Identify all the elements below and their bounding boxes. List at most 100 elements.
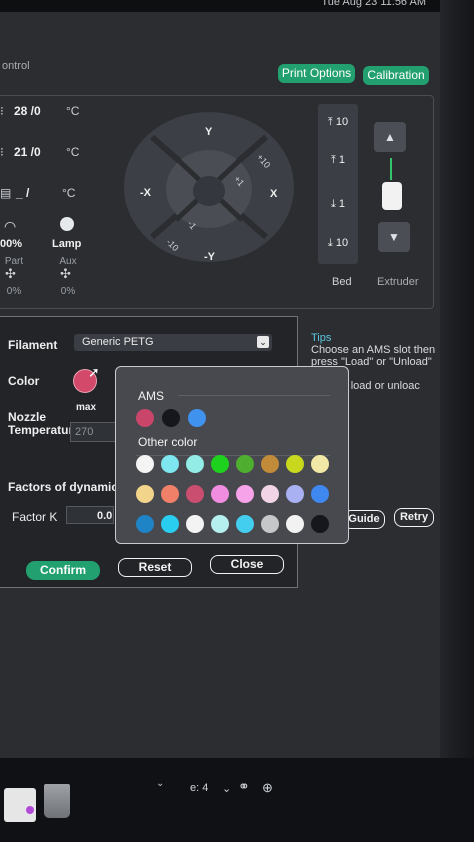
chamber-temp-value[interactable]: _ / (16, 186, 29, 200)
triangle-up-icon: ▲ (384, 130, 396, 144)
filament-label: Filament (8, 338, 58, 352)
dock-badge-icon (26, 806, 34, 814)
other-color-swatch[interactable] (286, 515, 304, 533)
other-color-swatch[interactable] (261, 515, 279, 533)
chevron-down-icon: ⌄ (156, 778, 165, 789)
other-color-swatch[interactable] (211, 485, 229, 503)
nozzle-temp-unit: °C (66, 104, 80, 118)
part-fan-value: 0% (6, 286, 22, 297)
bed-down-10-button[interactable]: ⤓ 10 (318, 225, 358, 261)
bed-up-10-label: 10 (335, 116, 349, 128)
dynamic-factors-label: Factors of dynamic (8, 480, 119, 494)
other-color-swatch[interactable] (261, 485, 279, 503)
arrow-up-icon: ⤒ (330, 154, 339, 166)
calibration-button[interactable]: Calibration (363, 66, 429, 85)
other-color-swatch[interactable] (186, 515, 204, 533)
tips-line-1: Choose an AMS slot then (311, 344, 436, 356)
other-color-swatch[interactable] (161, 455, 179, 473)
other-color-swatch[interactable] (161, 515, 179, 533)
nozzle-temp-value[interactable]: 28 /0 (14, 104, 41, 118)
bed-up-1-button[interactable]: ⤒ 1 (318, 142, 358, 178)
bed-up-1-label: 1 (338, 154, 346, 166)
reset-button[interactable]: Reset (118, 558, 192, 577)
other-color-swatch[interactable] (286, 485, 304, 503)
ams-color-swatch-3[interactable] (188, 409, 206, 427)
other-color-swatch[interactable] (136, 485, 154, 503)
other-color-swatch[interactable] (261, 455, 279, 473)
other-color-swatch[interactable] (186, 485, 204, 503)
link-icon[interactable]: ⚭ (238, 778, 250, 795)
screen-bottom-area (0, 758, 474, 842)
other-color-section-title: Other color (138, 435, 198, 449)
dock-file-icon[interactable] (4, 788, 36, 822)
filament-select[interactable]: Generic PETG ⌄ (74, 334, 272, 351)
max-label: max (76, 402, 97, 413)
other-color-swatch[interactable] (311, 455, 329, 473)
triangle-down-icon: ▼ (388, 230, 400, 244)
jog-home-button[interactable] (193, 176, 225, 206)
arrow-down-icon: ⤓ (330, 198, 339, 210)
extruder-down-button[interactable]: ▼ (378, 222, 410, 252)
bed-temp-value[interactable]: 21 /0 (14, 145, 41, 159)
bed-down-1-button[interactable]: ⤓ 1 (318, 186, 358, 222)
arrow-up-icon: ⤒ (327, 116, 336, 128)
other-color-swatch[interactable] (211, 515, 229, 533)
bed-temp-unit: °C (66, 145, 80, 159)
zoom-select[interactable]: e: 4 (190, 782, 208, 794)
menu-bar-clock: Tue Aug 23 11:56 AM (321, 0, 426, 8)
other-color-swatch[interactable] (236, 455, 254, 473)
bed-down-10-label: 10 (335, 237, 349, 249)
other-color-swatch[interactable] (311, 485, 329, 503)
lamp-icon[interactable] (60, 217, 74, 231)
speed-gauge-icon[interactable]: ◠ (4, 218, 16, 235)
factor-k-input[interactable]: 0.0 (66, 506, 114, 524)
chamber-temp-unit: °C (62, 186, 76, 200)
ams-color-swatch-1[interactable] (136, 409, 154, 427)
chamber-temp-icon: ▤ (0, 186, 12, 200)
chevron-down-icon: ⌄ (222, 783, 232, 795)
add-icon[interactable]: ⊕ (262, 780, 273, 796)
part-fan-icon[interactable]: ✣ (5, 266, 16, 282)
chevron-down-icon: ⌄ (257, 336, 269, 348)
page-title: ontrol (2, 60, 30, 72)
aux-fan-icon[interactable]: ✣ (60, 266, 71, 282)
jog-x-minus-label[interactable]: -X (140, 187, 151, 199)
jog-x-plus-label[interactable]: X (270, 188, 277, 200)
ams-divider (178, 395, 330, 396)
other-color-swatch[interactable] (236, 515, 254, 533)
confirm-button[interactable]: Confirm (26, 561, 100, 580)
nozzle-temp-input[interactable]: 270 (70, 422, 118, 442)
mouse-cursor-icon: ➚ (88, 364, 100, 380)
bed-label: Bed (332, 276, 352, 288)
other-color-swatch[interactable] (311, 515, 329, 533)
lamp-label: Lamp (52, 238, 82, 250)
jog-y-plus-label[interactable]: Y (205, 126, 212, 138)
aux-fan-value: 0% (60, 286, 76, 297)
other-color-swatch[interactable] (236, 485, 254, 503)
retry-button[interactable]: Retry (394, 508, 434, 527)
nozzle-temp-label-line1: Nozzle (8, 410, 47, 424)
other-color-swatch[interactable] (211, 455, 229, 473)
extruder-up-button[interactable]: ▲ (374, 122, 406, 152)
bed-temp-icon: ⁝ (0, 145, 4, 159)
guide-button[interactable]: Guide (343, 510, 385, 529)
other-color-swatch[interactable] (161, 485, 179, 503)
close-button[interactable]: Close (210, 555, 284, 574)
jog-y-minus-label[interactable]: -Y (204, 251, 215, 263)
nozzle-temp-icon: ⁝ (0, 104, 4, 118)
speed-percent: 00% (0, 238, 23, 250)
screen-bezel (440, 0, 474, 842)
other-color-swatch[interactable] (286, 455, 304, 473)
other-color-swatch[interactable] (186, 455, 204, 473)
factor-k-label: Factor K (12, 510, 58, 524)
extruder-icon (382, 182, 402, 210)
arrow-down-icon: ⤓ (327, 237, 336, 249)
extruder-label: Extruder (377, 276, 419, 288)
other-color-swatch[interactable] (136, 515, 154, 533)
filament-select-value: Generic PETG (82, 336, 154, 348)
bed-up-10-button[interactable]: ⤒ 10 (318, 104, 358, 140)
ams-color-swatch-2[interactable] (162, 409, 180, 427)
print-options-button[interactable]: Print Options (278, 64, 355, 83)
other-color-swatch[interactable] (136, 455, 154, 473)
trash-icon[interactable] (44, 784, 70, 818)
